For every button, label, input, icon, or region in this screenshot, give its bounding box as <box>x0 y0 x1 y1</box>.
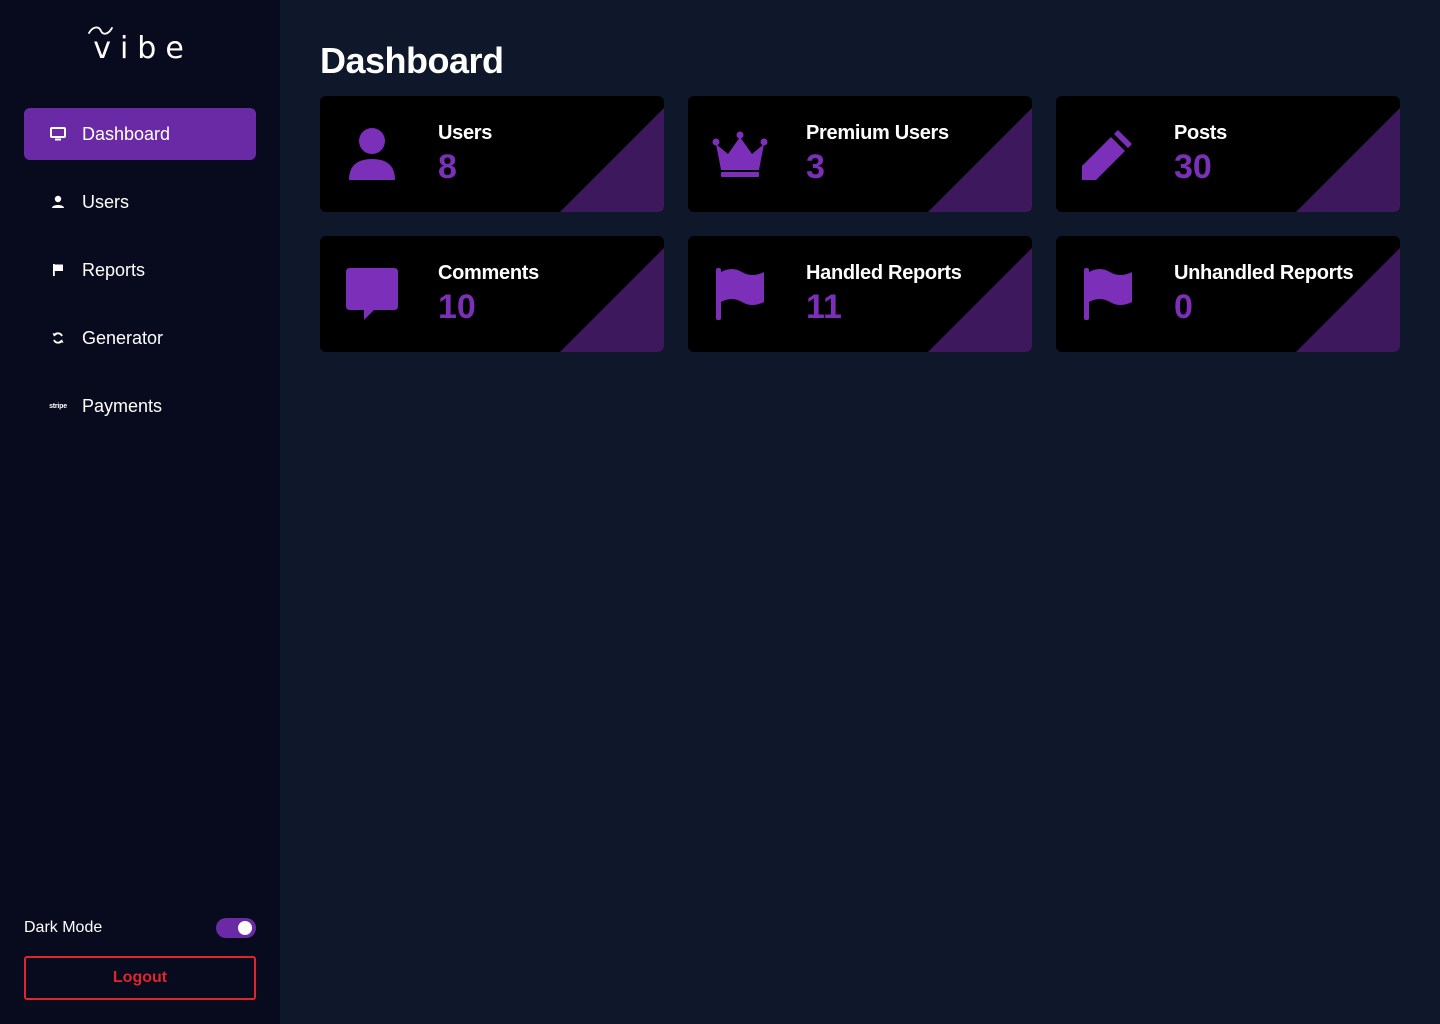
stat-card-comments: Comments 10 <box>320 236 664 352</box>
stat-card-label: Premium Users <box>806 122 949 144</box>
sidebar-item-generator[interactable]: Generator <box>24 312 256 364</box>
card-corner-decoration <box>1296 108 1400 212</box>
sidebar-item-payments[interactable]: stripe Payments <box>24 380 256 432</box>
refresh-icon <box>48 328 68 348</box>
stat-card-premium-users: Premium Users 3 <box>688 96 1032 212</box>
page-title: Dashboard <box>320 40 504 81</box>
stats-cards: Users 8 Premium Users 3 Posts 30 Comment… <box>320 96 1400 352</box>
sidebar-item-dashboard[interactable]: Dashboard <box>24 108 256 160</box>
stat-card-label: Users <box>438 122 493 144</box>
stat-card-unhandled-reports: Unhandled Reports 0 <box>1056 236 1400 352</box>
sidebar: vibe Dashboard Users Reports Generator s… <box>0 0 280 1024</box>
comment-icon <box>342 264 402 324</box>
dark-mode-toggle[interactable] <box>216 918 256 938</box>
stat-card-posts: Posts 30 <box>1056 96 1400 212</box>
logout-button[interactable]: Logout <box>24 956 256 1000</box>
stat-card-label: Handled Reports <box>806 262 962 284</box>
user-icon <box>342 124 402 184</box>
dark-mode-row: Dark Mode <box>24 916 256 940</box>
logo-wrapper: vibe <box>87 26 193 66</box>
stat-card-value: 11 <box>806 288 842 326</box>
sidebar-item-users[interactable]: Users <box>24 176 256 228</box>
stripe-icon-text: stripe <box>49 402 67 410</box>
sidebar-item-label: Payments <box>82 395 163 416</box>
stat-card-value: 8 <box>438 148 457 186</box>
user-icon <box>48 192 68 212</box>
app-root: vibe Dashboard Users Reports Generator s… <box>0 0 1440 1024</box>
stat-card-label: Comments <box>438 262 539 284</box>
flag-icon <box>710 264 770 324</box>
logo[interactable]: vibe <box>0 26 280 68</box>
stat-card-value: 30 <box>1174 148 1212 186</box>
stat-card-handled-reports: Handled Reports 11 <box>688 236 1032 352</box>
stat-card-label: Unhandled Reports <box>1174 262 1354 284</box>
monitor-icon <box>48 124 68 144</box>
main-content: Dashboard Users 8 Premium Users 3 Posts … <box>280 0 1440 1024</box>
sidebar-item-label: Generator <box>82 327 164 348</box>
stripe-icon: stripe <box>48 396 68 416</box>
stat-card-users: Users 8 <box>320 96 664 212</box>
flag-icon <box>48 260 68 280</box>
stat-card-value: 3 <box>806 148 825 186</box>
card-corner-decoration <box>560 108 664 212</box>
stat-card-label: Posts <box>1174 122 1227 144</box>
sidebar-item-label: Dashboard <box>82 123 171 144</box>
card-corner-decoration <box>560 248 664 352</box>
sidebar-item-reports[interactable]: Reports <box>24 244 256 296</box>
stat-card-value: 10 <box>438 288 476 326</box>
toggle-knob <box>238 921 252 935</box>
sidebar-nav: Dashboard Users Reports Generator stripe… <box>24 108 256 448</box>
pencil-icon <box>1078 124 1138 184</box>
dark-mode-label: Dark Mode <box>24 919 103 936</box>
crown-icon <box>710 124 770 184</box>
flag-icon <box>1078 264 1138 324</box>
stat-card-value: 0 <box>1174 288 1193 326</box>
sidebar-item-label: Reports <box>82 259 146 280</box>
logo-swirl-icon <box>88 26 114 35</box>
sidebar-item-label: Users <box>82 191 130 212</box>
